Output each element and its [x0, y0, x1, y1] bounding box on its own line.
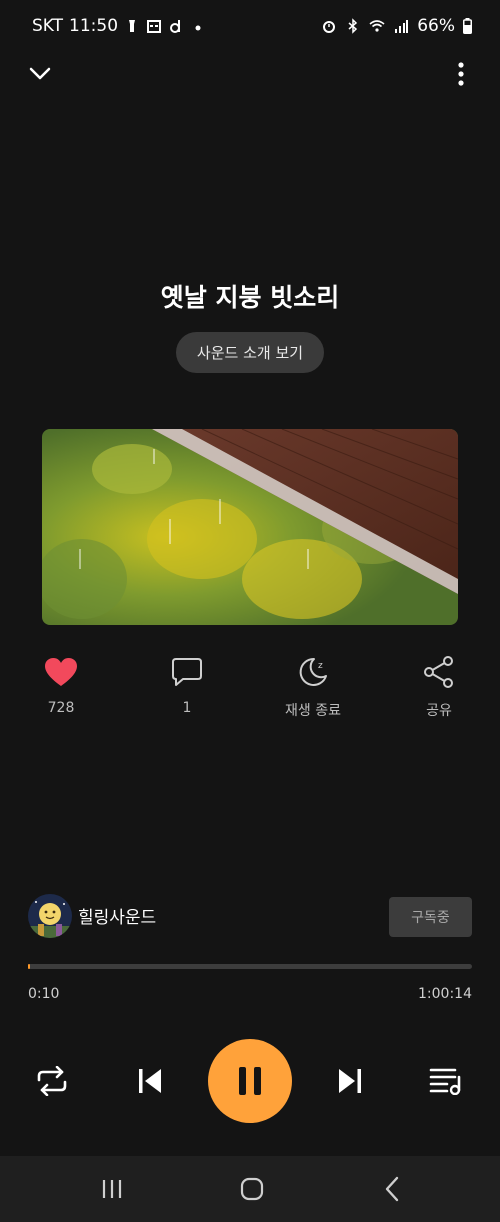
comment-count: 1 [182, 700, 192, 716]
pause-icon [239, 1067, 261, 1095]
bluetooth-icon [348, 18, 358, 34]
previous-button[interactable] [130, 1060, 170, 1102]
notification-dot-icon [195, 25, 201, 31]
calendar-icon [147, 20, 162, 33]
like-count: 728 [47, 700, 75, 716]
more-vertical-icon [458, 62, 464, 86]
pause-button[interactable] [208, 1039, 292, 1123]
signal-icon [395, 20, 409, 33]
sound-title: 옛날 지붕 빗소리 [160, 283, 340, 312]
next-button[interactable] [330, 1060, 370, 1102]
like-action[interactable]: 728 [16, 652, 106, 716]
share-icon [424, 656, 453, 688]
share-action[interactable]: 공유 [394, 652, 484, 720]
subscribe-button[interactable]: 구독중 [389, 897, 472, 937]
recent-apps-button[interactable] [92, 1172, 132, 1206]
status-bar: SKT 11:50 66% [0, 0, 500, 56]
comment-icon [172, 658, 202, 686]
repeat-button[interactable] [30, 1060, 74, 1102]
more-options-button[interactable] [446, 58, 476, 90]
back-icon [385, 1176, 399, 1202]
clock: 11:50 [69, 16, 119, 36]
home-icon [240, 1177, 264, 1201]
carrier-label: SKT [32, 16, 64, 36]
total-duration: 1:00:14 [418, 986, 472, 1002]
status-right: 66% [321, 16, 472, 36]
system-navigation-bar [0, 1156, 500, 1222]
comment-action[interactable]: 1 [142, 652, 232, 716]
flashlight-icon [129, 20, 136, 32]
app-d-icon [170, 20, 181, 33]
channel-name[interactable]: 힐링사운드 [78, 903, 156, 928]
skip-next-icon [339, 1069, 361, 1093]
recent-apps-icon [102, 1180, 122, 1198]
battery-percent: 66% [417, 16, 455, 36]
avatar-image [28, 894, 72, 938]
wifi-icon [369, 20, 385, 32]
alarm-icon [323, 21, 336, 33]
battery-icon [463, 18, 472, 34]
current-time: 0:10 [28, 986, 60, 1002]
svg-text:z: z [318, 661, 323, 671]
heart-icon [45, 658, 77, 686]
progress-slider[interactable] [28, 964, 472, 969]
status-left: SKT 11:50 [32, 16, 206, 36]
chevron-down-icon [29, 67, 51, 80]
sleep-timer-label: 재생 종료 [285, 703, 341, 719]
sleep-timer-action[interactable]: z 재생 종료 [268, 652, 358, 720]
sound-intro-button[interactable]: 사운드 소개 보기 [176, 332, 324, 373]
rain-roof-image [42, 429, 458, 625]
playlist-icon [429, 1068, 461, 1095]
sound-video-thumbnail[interactable] [42, 429, 458, 625]
moon-icon: z [299, 657, 327, 686]
progress-fill [28, 964, 30, 969]
repeat-icon [37, 1066, 67, 1096]
skip-previous-icon [139, 1069, 161, 1093]
home-button[interactable] [232, 1172, 272, 1206]
back-button[interactable] [372, 1172, 412, 1206]
playlist-button[interactable] [424, 1060, 468, 1102]
channel-avatar[interactable] [28, 894, 72, 938]
share-label: 공유 [426, 703, 452, 719]
collapse-button[interactable] [24, 58, 56, 90]
